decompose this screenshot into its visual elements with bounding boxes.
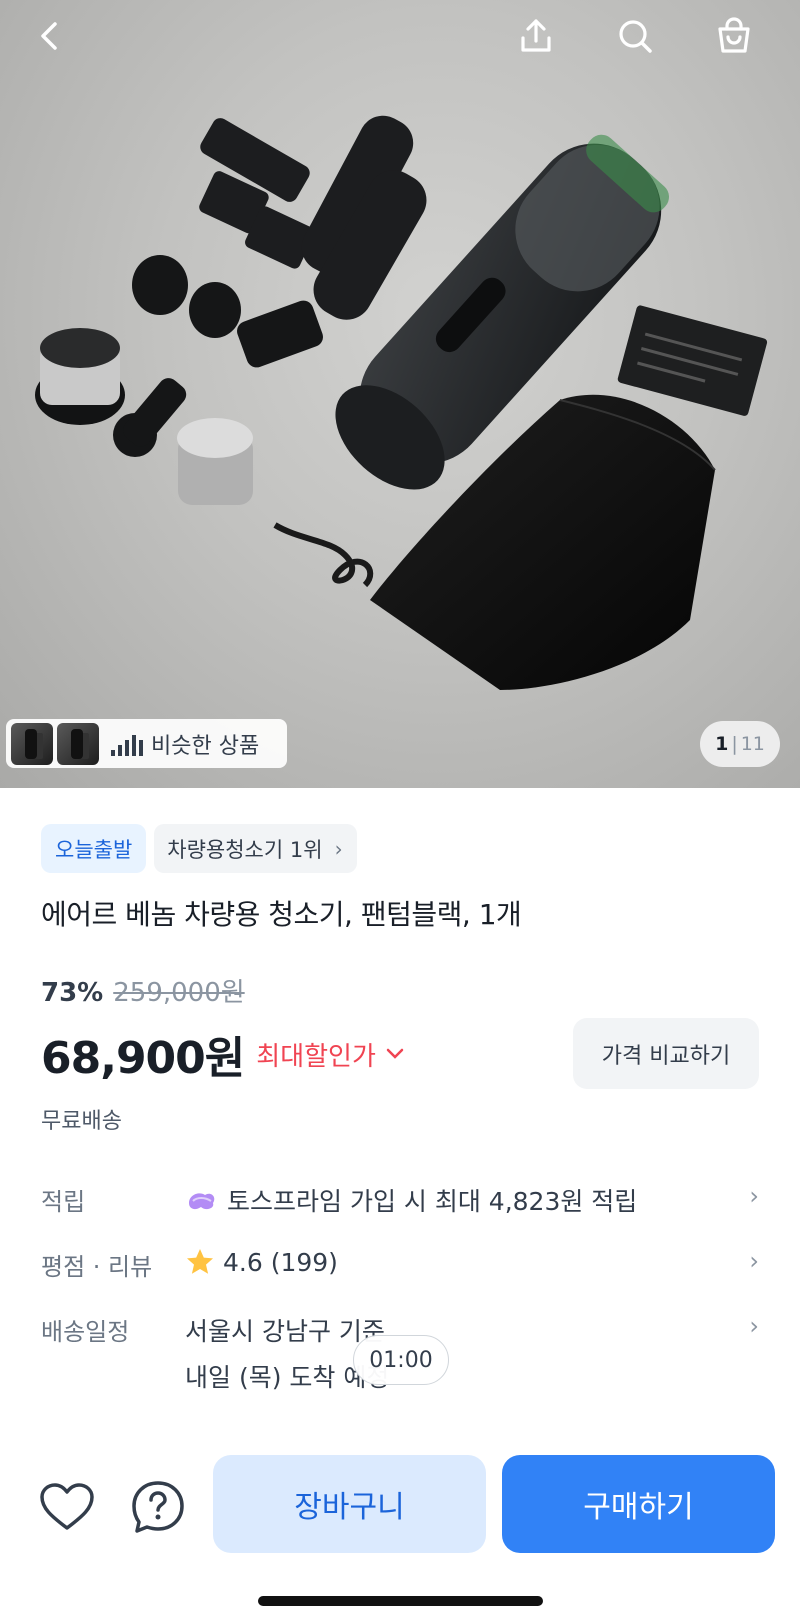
points-text: 토스프라임 가입 시 최대 4,823원 적립	[227, 1187, 638, 1216]
rating-label: 평점 · 리뷰	[41, 1253, 153, 1281]
back-icon	[41, 22, 57, 50]
page-separator: |	[731, 733, 738, 755]
time-overlay: 01:00	[353, 1335, 449, 1385]
free-shipping-label: 무료배송	[41, 1109, 122, 1134]
similar-products-chip[interactable]: 비슷한 상품	[6, 719, 287, 768]
wishlist-button[interactable]	[37, 1477, 97, 1537]
inquiry-button[interactable]	[128, 1477, 188, 1537]
bar-chart-icon	[111, 734, 143, 756]
points-label: 적립	[41, 1188, 86, 1216]
price-compare-button[interactable]: 가격 비교하기	[573, 1018, 759, 1089]
price-row: 68,900원 최대할인가	[41, 1022, 404, 1086]
max-discount-dropdown[interactable]: 최대할인가	[256, 1036, 404, 1073]
chevron-right-icon: ›	[334, 836, 343, 861]
original-price: 259,000원	[113, 978, 245, 1008]
similar-product-thumbnail	[57, 722, 99, 765]
rating-text: 4.6 (199)	[223, 1247, 338, 1277]
discount-row: 73% 259,000원	[41, 972, 245, 1009]
image-page-counter: 1 | 11	[700, 721, 780, 767]
toss-prime-icon	[189, 1193, 215, 1210]
category-rank-badge[interactable]: 차량용청소기 1위 ›	[154, 824, 357, 873]
share-icon	[521, 19, 551, 52]
product-image-carousel[interactable]: 비슷한 상품 1 | 11	[0, 0, 800, 788]
product-photo	[35, 115, 768, 690]
product-badges: 오늘출발 차량용청소기 1위 ›	[41, 824, 357, 873]
buy-now-button[interactable]: 구매하기	[502, 1455, 775, 1553]
today-shipping-badge: 오늘출발	[41, 824, 147, 873]
chevron-down-icon	[386, 1048, 404, 1059]
search-icon	[619, 20, 652, 53]
chevron-right-icon: ›	[749, 1182, 759, 1210]
similar-product-thumbnail	[11, 722, 53, 765]
top-navigation-bar	[0, 0, 800, 70]
delivery-label: 배송일정	[41, 1318, 130, 1346]
star-icon	[187, 1249, 213, 1274]
points-row[interactable]: 적립 토스프라임 가입 시 최대 4,823원 적립 ›	[41, 1182, 759, 1218]
sale-price: 68,900원	[41, 1033, 245, 1084]
heart-icon	[40, 1483, 94, 1530]
category-rank-label: 차량용청소기 1위	[167, 837, 323, 862]
similar-products-label: 비슷한 상품	[151, 733, 260, 759]
total-pages: 11	[740, 733, 765, 755]
shopping-bag-button[interactable]	[706, 8, 762, 64]
current-page: 1	[715, 733, 729, 755]
shopping-bag-icon	[718, 17, 750, 53]
chevron-right-icon: ›	[749, 1247, 759, 1275]
delivery-value: 서울시 강남구 기준 내일 (목) 도착 예정	[185, 1312, 739, 1394]
add-to-cart-button[interactable]: 장바구니	[213, 1455, 486, 1553]
rating-review-row[interactable]: 평점 · 리뷰 4.6 (199) ›	[41, 1247, 759, 1282]
chevron-right-icon: ›	[749, 1312, 759, 1340]
product-title: 에어르 베놈 차량용 청소기, 팬텀블랙, 1개	[41, 898, 522, 931]
discount-rate: 73%	[41, 978, 104, 1008]
points-value: 토스프라임 가입 시 최대 4,823원 적립	[185, 1182, 739, 1218]
search-button[interactable]	[607, 8, 663, 64]
question-icon	[132, 1481, 184, 1533]
back-button[interactable]	[22, 8, 78, 64]
max-discount-label: 최대할인가	[256, 1041, 376, 1072]
share-button[interactable]	[508, 8, 564, 64]
home-indicator	[258, 1596, 543, 1606]
rating-value: 4.6 (199)	[185, 1247, 739, 1277]
